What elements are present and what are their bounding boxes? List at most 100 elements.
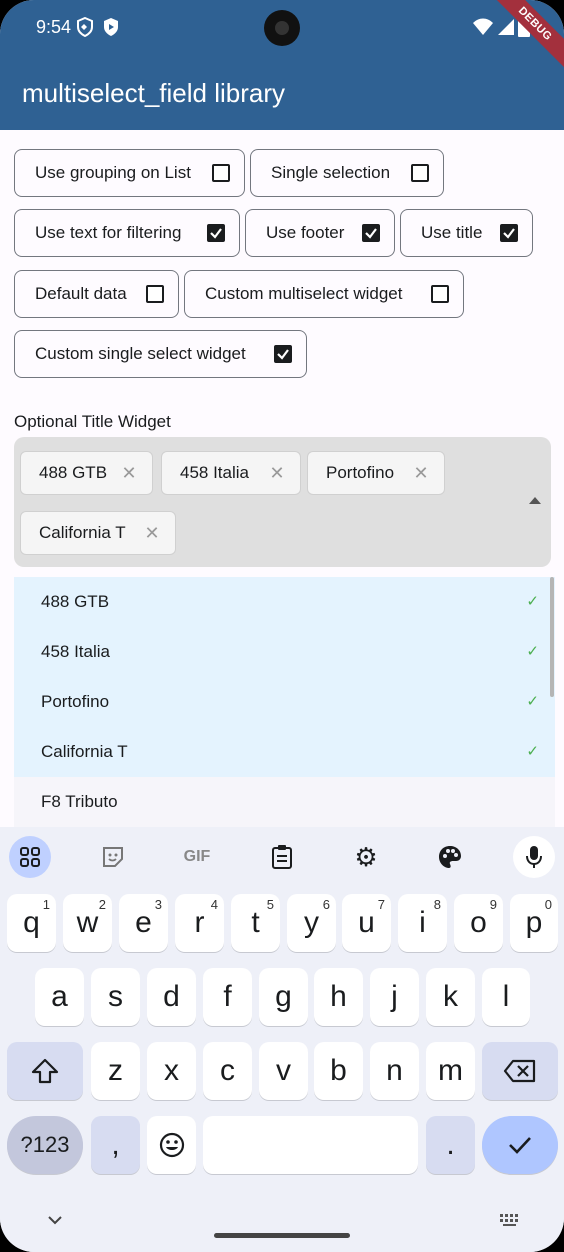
chip-label: Portofino (326, 463, 395, 482)
checkbox-checked[interactable] (274, 345, 292, 363)
key-x[interactable]: x (147, 1042, 196, 1100)
enter-key[interactable] (482, 1116, 558, 1174)
key-t[interactable]: t5 (231, 894, 280, 952)
play-protect-icon (102, 17, 122, 37)
option-default-data[interactable]: Default data (14, 270, 179, 318)
option-label: Use footer (266, 223, 345, 242)
key-j[interactable]: j (370, 968, 419, 1026)
selected-chip[interactable]: Portofino ✕ (307, 451, 445, 495)
key-w[interactable]: w2 (63, 894, 112, 952)
key-g[interactable]: g (259, 968, 308, 1026)
shift-key[interactable] (7, 1042, 83, 1100)
gesture-handle[interactable] (214, 1233, 350, 1238)
shift-icon (31, 1058, 59, 1084)
status-time: 9:54 (36, 17, 72, 37)
sticker-icon[interactable] (92, 836, 134, 878)
key-n[interactable]: n (370, 1042, 419, 1100)
key-f[interactable]: f (203, 968, 252, 1026)
chip-label: 488 GTB (39, 463, 108, 482)
comma-key[interactable]: , (91, 1116, 140, 1174)
wifi-icon (472, 17, 493, 37)
key-q[interactable]: q1 (7, 894, 56, 952)
multiselect-field[interactable]: 488 GTB ✕ 458 Italia ✕ Portofino ✕ Calif… (14, 437, 551, 567)
key-z[interactable]: z (91, 1042, 140, 1100)
key-h[interactable]: h (314, 968, 363, 1026)
checkbox-checked[interactable] (500, 224, 518, 242)
option-use-title[interactable]: Use title (400, 209, 533, 257)
close-icon[interactable]: ✕ (268, 464, 286, 482)
gif-icon[interactable]: GIF (176, 836, 218, 878)
emoji-icon (159, 1132, 184, 1158)
key-u[interactable]: u7 (342, 894, 391, 952)
settings-icon[interactable]: ⚙ (345, 836, 387, 878)
key-a[interactable]: a (35, 968, 84, 1026)
key-s[interactable]: s (91, 968, 140, 1026)
dropdown-item-label: 458 Italia (41, 642, 110, 661)
chip-label: 458 Italia (180, 463, 249, 482)
backspace-key[interactable] (482, 1042, 558, 1100)
option-label: Custom multiselect widget (205, 284, 403, 303)
check-icon: ✓ (526, 743, 539, 760)
checkbox-unchecked[interactable] (146, 285, 164, 303)
key-m[interactable]: m (426, 1042, 475, 1100)
apps-icon[interactable] (9, 836, 51, 878)
key-y[interactable]: y6 (287, 894, 336, 952)
chip-label: California T (39, 523, 126, 542)
option-use-grouping[interactable]: Use grouping on List (14, 149, 245, 197)
keyboard-switch-icon[interactable] (498, 1212, 522, 1228)
key-b[interactable]: b (314, 1042, 363, 1100)
dropdown-item[interactable]: 488 GTB ✓ (14, 577, 555, 627)
key-o[interactable]: o9 (454, 894, 503, 952)
checkbox-unchecked[interactable] (212, 164, 230, 182)
selected-chip[interactable]: California T ✕ (20, 511, 176, 555)
checkbox-unchecked[interactable] (431, 285, 449, 303)
option-custom-multiselect[interactable]: Custom multiselect widget (184, 270, 464, 318)
dropdown-item[interactable]: 458 Italia ✓ (14, 627, 555, 677)
option-label: Use title (421, 223, 483, 242)
option-use-text-filtering[interactable]: Use text for filtering (14, 209, 240, 257)
palette-icon[interactable] (429, 836, 471, 878)
checkbox-checked[interactable] (362, 224, 380, 242)
close-icon[interactable]: ✕ (412, 464, 430, 482)
check-icon: ✓ (526, 593, 539, 610)
selected-chip[interactable]: 458 Italia ✕ (161, 451, 301, 495)
mic-icon[interactable] (513, 836, 555, 878)
key-v[interactable]: v (259, 1042, 308, 1100)
key-r[interactable]: r4 (175, 894, 224, 952)
key-c[interactable]: c (203, 1042, 252, 1100)
scrollbar[interactable] (550, 577, 554, 697)
dropdown-item[interactable]: F8 Tributo (14, 777, 555, 827)
key-e[interactable]: e3 (119, 894, 168, 952)
emoji-key[interactable] (147, 1116, 196, 1174)
check-icon (509, 1137, 531, 1154)
option-single-selection[interactable]: Single selection (250, 149, 444, 197)
close-icon[interactable]: ✕ (143, 524, 161, 542)
option-use-footer[interactable]: Use footer (245, 209, 395, 257)
field-title: Optional Title Widget (14, 412, 171, 431)
option-label: Use text for filtering (35, 223, 182, 242)
space-key[interactable] (203, 1116, 418, 1174)
hide-keyboard-icon[interactable] (46, 1213, 64, 1227)
dropdown-item-label: Portofino (41, 692, 110, 711)
key-k[interactable]: k (426, 968, 475, 1026)
close-icon[interactable]: ✕ (120, 464, 138, 482)
clipboard-icon[interactable] (261, 836, 303, 878)
check-icon: ✓ (526, 693, 539, 710)
dropdown-item[interactable]: California T ✓ (14, 727, 555, 777)
option-custom-single-select[interactable]: Custom single select widget (14, 330, 307, 378)
key-p[interactable]: p0 (510, 894, 558, 952)
key-d[interactable]: d (147, 968, 196, 1026)
caret-up-icon[interactable] (529, 497, 541, 504)
dropdown-list: 488 GTB ✓ 458 Italia ✓ Portofino ✓ Calif… (14, 577, 555, 827)
key-l[interactable]: l (482, 968, 530, 1026)
option-label: Default data (35, 284, 127, 303)
key-i[interactable]: i8 (398, 894, 447, 952)
dropdown-item-label: 488 GTB (41, 592, 110, 611)
selected-chip[interactable]: 488 GTB ✕ (20, 451, 153, 495)
dropdown-item[interactable]: Portofino ✓ (14, 677, 555, 727)
front-camera (264, 10, 300, 46)
period-key[interactable]: . (426, 1116, 475, 1174)
symbols-key[interactable]: ?123 (7, 1116, 83, 1174)
checkbox-unchecked[interactable] (411, 164, 429, 182)
checkbox-checked[interactable] (207, 224, 225, 242)
